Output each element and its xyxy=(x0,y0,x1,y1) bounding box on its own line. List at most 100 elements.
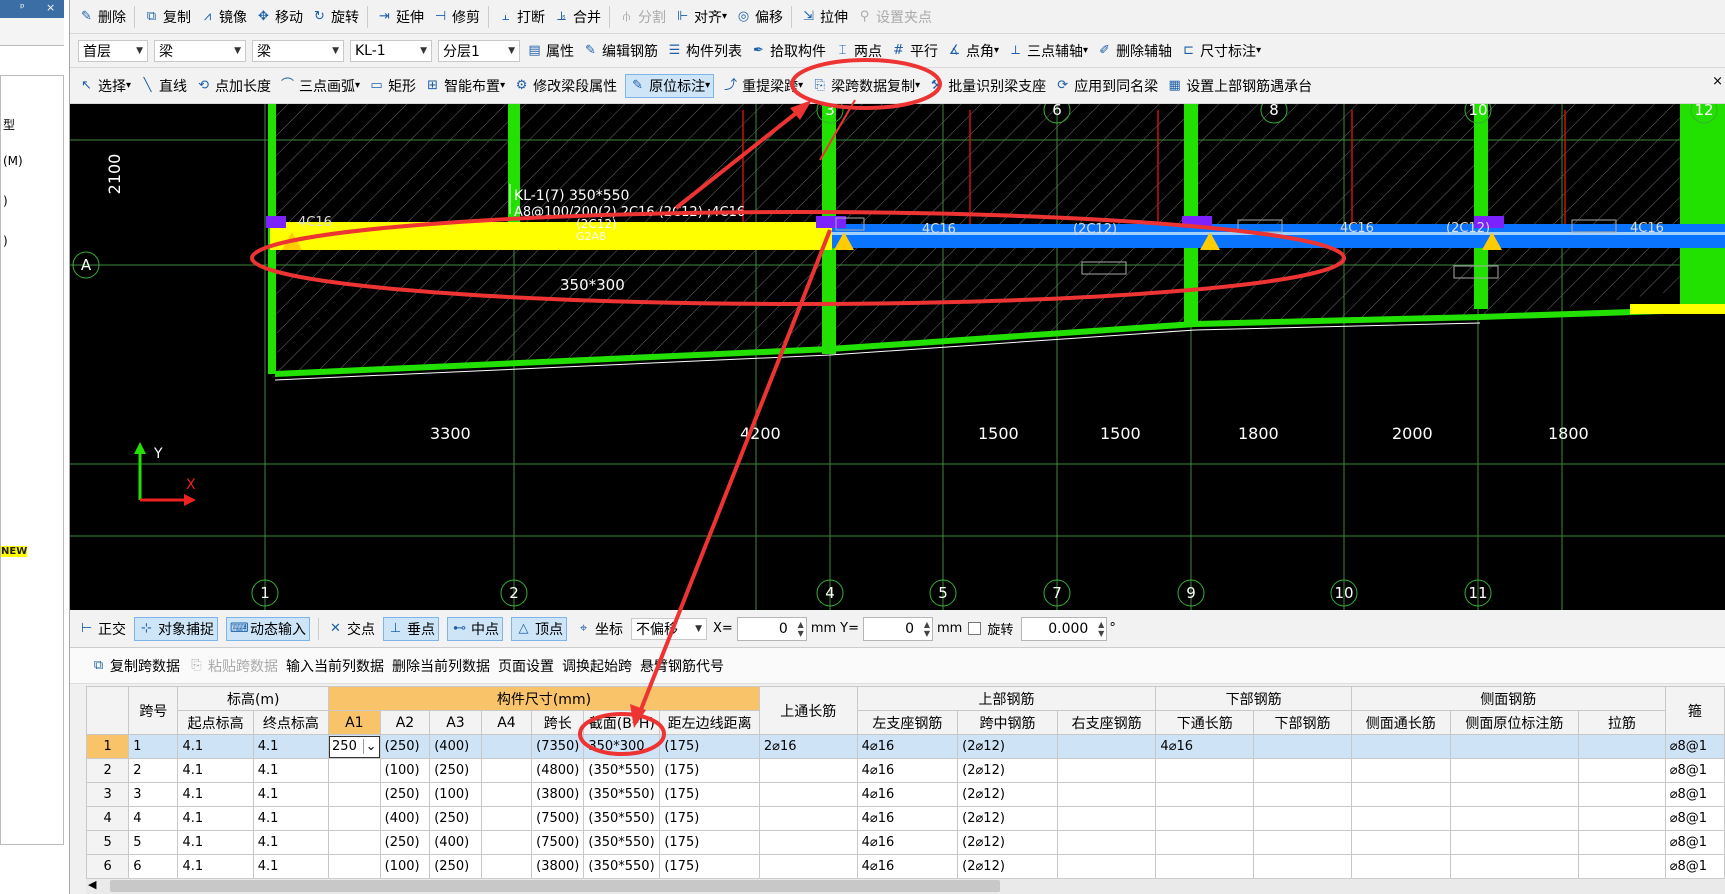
table-cell[interactable] xyxy=(1253,782,1352,807)
row-number[interactable]: 1 xyxy=(86,734,130,759)
table-cell[interactable]: (100) xyxy=(429,782,482,807)
chevron-down-icon[interactable]: ▾ xyxy=(798,80,803,91)
table-cell[interactable]: 4.1 xyxy=(252,734,330,759)
offset-button[interactable]: ◎ 偏移 xyxy=(735,7,783,27)
table-cell[interactable] xyxy=(480,734,533,759)
modify-span-button[interactable]: ⚙ 修改梁段属性 xyxy=(513,76,617,96)
table-cell[interactable]: 2⌀16 xyxy=(758,734,858,759)
spinner-icon[interactable]: ▲ ▼ xyxy=(798,620,804,638)
category-select[interactable]: 梁 ▼ xyxy=(154,39,246,62)
table-cell[interactable]: 4.1 xyxy=(177,854,254,878)
row-number[interactable]: 3 xyxy=(86,782,130,807)
beam-span-selected[interactable] xyxy=(270,222,832,250)
table-cell[interactable] xyxy=(1155,782,1255,807)
component-select[interactable]: KL-1 ▼ xyxy=(350,39,432,62)
chevron-down-icon[interactable]: ▾ xyxy=(994,45,999,56)
type-select[interactable]: 梁 ▼ xyxy=(252,39,344,62)
chevron-down-icon[interactable]: ⌄ xyxy=(362,739,379,754)
intersection-snap[interactable]: ✕ 交点 xyxy=(327,619,375,639)
table-cell[interactable]: (350*550) xyxy=(583,854,661,878)
table-cell[interactable]: 4⌀16 xyxy=(856,782,959,807)
table-cell[interactable] xyxy=(1253,734,1352,759)
table-cell[interactable]: 250 ⌄ xyxy=(328,734,381,759)
subheader[interactable]: 起点标高 xyxy=(177,710,254,735)
align-button[interactable]: ⊩ 对齐 ▾ xyxy=(674,7,727,27)
ortho-toggle[interactable]: ⊢ 正交 xyxy=(78,619,126,639)
table-cell[interactable]: (100) xyxy=(379,854,431,878)
rotate-angle-input[interactable]: 0.000 ▲ ▼ xyxy=(1021,616,1108,641)
table-cell[interactable]: (2⌀12) xyxy=(957,758,1058,783)
subheader[interactable]: A3 xyxy=(429,710,482,735)
table-cell[interactable]: 350*300 xyxy=(583,734,661,759)
table-cell[interactable]: 4.1 xyxy=(252,806,330,831)
component-list-button[interactable]: ☰ 构件列表 xyxy=(666,41,742,61)
table-cell[interactable]: (2⌀12) xyxy=(957,854,1058,878)
smart-button[interactable]: ⊞ 智能布置 ▾ xyxy=(424,76,505,96)
move-button[interactable]: ✥ 移动 xyxy=(255,7,303,27)
table-cell[interactable]: (400) xyxy=(429,734,482,759)
table-cell[interactable]: ⌀8@1 xyxy=(1664,782,1725,807)
table-row[interactable]: 3 3 4.1 4.1 (250) (100) (3800) (350*550) (175) 4⌀… xyxy=(86,782,1725,807)
table-cell[interactable]: (400) xyxy=(379,806,431,831)
table-row[interactable]: 5 5 4.1 4.1 (250) (400) (7500) (350*550) (175) 4⌀… xyxy=(86,830,1725,855)
table-cell[interactable]: ⌀8@1 xyxy=(1664,854,1725,878)
perpendicular-snap[interactable]: ⊥ 垂点 xyxy=(383,616,439,641)
table-cell[interactable]: 4 xyxy=(128,806,179,831)
midpoint-snap[interactable]: ⊷ 中点 xyxy=(447,616,503,641)
subheader[interactable]: 距左边线距离 xyxy=(659,710,760,735)
tree-item[interactable]: 型 xyxy=(3,116,15,133)
split-button[interactable]: ⫛ 分割 xyxy=(618,7,666,27)
table-tool-button[interactable]: ⧉ 复制跨数据 xyxy=(90,656,180,676)
subheader[interactable]: 侧面原位标注筋 xyxy=(1449,710,1580,735)
table-cell[interactable] xyxy=(480,758,533,783)
subheader[interactable]: 跨中钢筋 xyxy=(957,710,1058,735)
chevron-down-icon[interactable]: ▾ xyxy=(355,80,360,91)
table-cell[interactable]: 1 xyxy=(128,734,179,759)
close-icon[interactable]: × xyxy=(1712,74,1723,89)
canvas-drawing[interactable]: 3 6 8 10 12 1 2 4 5 7 9 10 11 A 2100 3300 4200 1500 15… xyxy=(70,104,1725,610)
vertex-snap[interactable]: △ 顶点 xyxy=(511,616,567,641)
table-cell[interactable]: 6 xyxy=(128,854,179,878)
table-cell[interactable]: (350*550) xyxy=(583,806,661,831)
object-snap-toggle[interactable]: ⊹ 对象捕捉 xyxy=(134,616,218,641)
point-angle-button[interactable]: ∡ 点角 ▾ xyxy=(946,41,999,61)
table-cell[interactable] xyxy=(328,830,381,855)
close-icon[interactable]: × xyxy=(46,1,55,14)
table-cell[interactable]: 4.1 xyxy=(177,806,254,831)
table-cell[interactable] xyxy=(1155,854,1255,878)
parallel-button[interactable]: # 平行 xyxy=(890,41,938,61)
table-cell[interactable]: ⌀8@1 xyxy=(1664,758,1725,783)
select-button[interactable]: ↖ 选择 ▾ xyxy=(78,76,131,96)
apply-same-button[interactable]: ⟳ 应用到同名梁 xyxy=(1054,76,1158,96)
table-cell[interactable]: (7500) xyxy=(531,830,585,855)
pick-button[interactable]: ✒ 拾取构件 xyxy=(750,41,826,61)
edit-rebar-button[interactable]: ✎ 编辑钢筋 xyxy=(582,41,658,61)
row-number[interactable]: 4 xyxy=(86,806,130,831)
table-cell[interactable] xyxy=(758,758,858,783)
properties-button[interactable]: ▤ 属性 xyxy=(526,41,574,61)
tree-item[interactable]: ) xyxy=(3,194,8,208)
copy-button[interactable]: ⧉ 复制 xyxy=(143,7,191,27)
table-cell[interactable]: (175) xyxy=(659,758,760,783)
table-cell[interactable]: (400) xyxy=(429,830,482,855)
table-cell[interactable] xyxy=(328,782,381,807)
table-cell[interactable]: 4⌀16 xyxy=(856,734,959,759)
table-cell[interactable] xyxy=(758,782,858,807)
table-cell[interactable] xyxy=(1449,806,1580,831)
in-place-button[interactable]: ✎ 原位标注 ▾ xyxy=(625,73,715,98)
batch-button[interactable]: ⚒ 批量识别梁支座 xyxy=(928,76,1046,96)
table-tool-button[interactable]: 悬臂钢筋代号 xyxy=(640,656,724,676)
rect-button[interactable]: ▭ 矩形 xyxy=(368,76,416,96)
scroll-left-icon[interactable]: ◀ xyxy=(88,878,96,891)
tree-item[interactable]: ) xyxy=(3,234,8,248)
dimension-button[interactable]: ⊏ 尺寸标注 ▾ xyxy=(1180,41,1261,61)
table-cell[interactable]: 4.1 xyxy=(252,854,330,878)
table-cell[interactable]: (175) xyxy=(659,854,760,878)
table-tool-button[interactable]: 调换起始跨 xyxy=(562,656,632,676)
delete-axis-button[interactable]: ✐ 删除辅轴 xyxy=(1096,41,1172,61)
table-cell[interactable]: (3800) xyxy=(531,782,585,807)
table-cell[interactable] xyxy=(1578,854,1666,878)
table-cell[interactable] xyxy=(1056,758,1157,783)
table-cell[interactable]: (2⌀12) xyxy=(957,782,1058,807)
pencil-delete-button[interactable]: ✎ 删除 xyxy=(78,7,126,27)
